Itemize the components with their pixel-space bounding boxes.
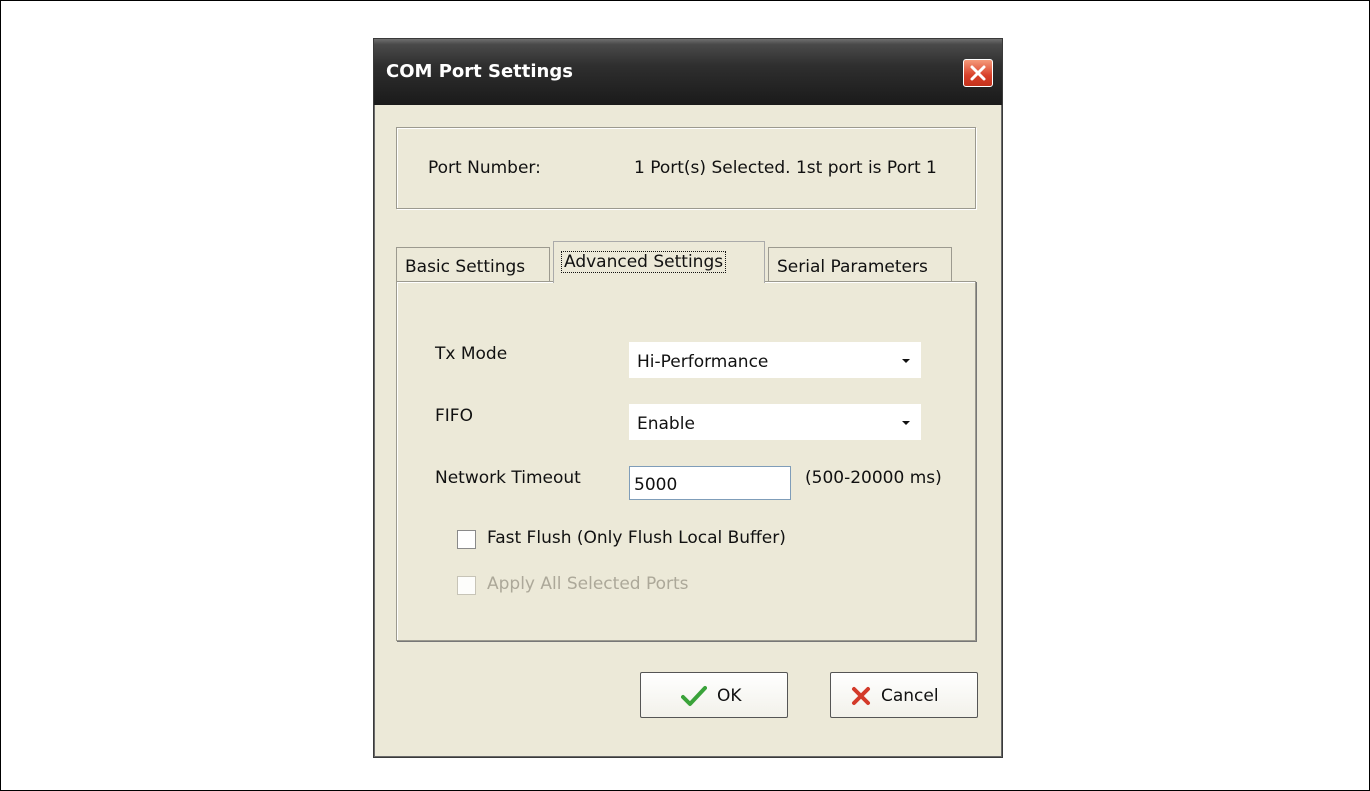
fifo-value: Enable [637,414,695,434]
tx-mode-select[interactable]: Hi-Performance [629,342,921,378]
ok-button-label: OK [717,686,742,706]
dialog-title: COM Port Settings [386,61,573,82]
tab-label: Basic Settings [405,257,526,277]
tab-advanced-settings[interactable]: Advanced Settings [553,241,765,283]
tab-serial-parameters[interactable]: Serial Parameters [768,247,952,281]
chevron-down-icon [902,421,910,425]
fast-flush-label: Fast Flush (Only Flush Local Buffer) [487,528,786,548]
fifo-label: FIFO [435,406,473,426]
cancel-button[interactable]: Cancel [830,672,978,718]
port-number-group: Port Number: 1 Port(s) Selected. 1st por… [396,127,976,209]
tx-mode-value: Hi-Performance [637,352,769,372]
network-timeout-input[interactable]: 5000 [629,466,791,500]
cancel-x-icon [852,687,870,705]
apply-all-ports-checkbox[interactable] [457,576,476,595]
tx-mode-label: Tx Mode [435,344,508,364]
network-timeout-value: 5000 [634,475,678,495]
apply-all-ports-label: Apply All Selected Ports [487,574,689,594]
cancel-button-label: Cancel [881,686,939,706]
title-bar[interactable]: COM Port Settings [374,39,1002,105]
checkmark-icon [681,686,707,706]
com-port-settings-dialog: COM Port Settings Port Number: 1 Port(s)… [373,38,1003,758]
chevron-down-icon [902,359,910,363]
tab-basic-settings[interactable]: Basic Settings [396,247,550,281]
close-button[interactable] [963,59,993,87]
port-number-label: Port Number: [428,158,541,178]
network-timeout-range: (500-20000 ms) [805,468,942,488]
fifo-select[interactable]: Enable [629,404,921,440]
advanced-settings-panel: Tx Mode Hi-Performance FIFO Enable Netwo… [396,281,976,641]
network-timeout-label: Network Timeout [435,468,581,488]
fast-flush-checkbox[interactable] [457,530,476,549]
ok-button[interactable]: OK [640,672,788,718]
port-number-value: 1 Port(s) Selected. 1st port is Port 1 [634,158,937,178]
close-icon [970,65,986,81]
tab-label: Serial Parameters [777,257,928,277]
tab-label: Advanced Settings [560,251,727,273]
